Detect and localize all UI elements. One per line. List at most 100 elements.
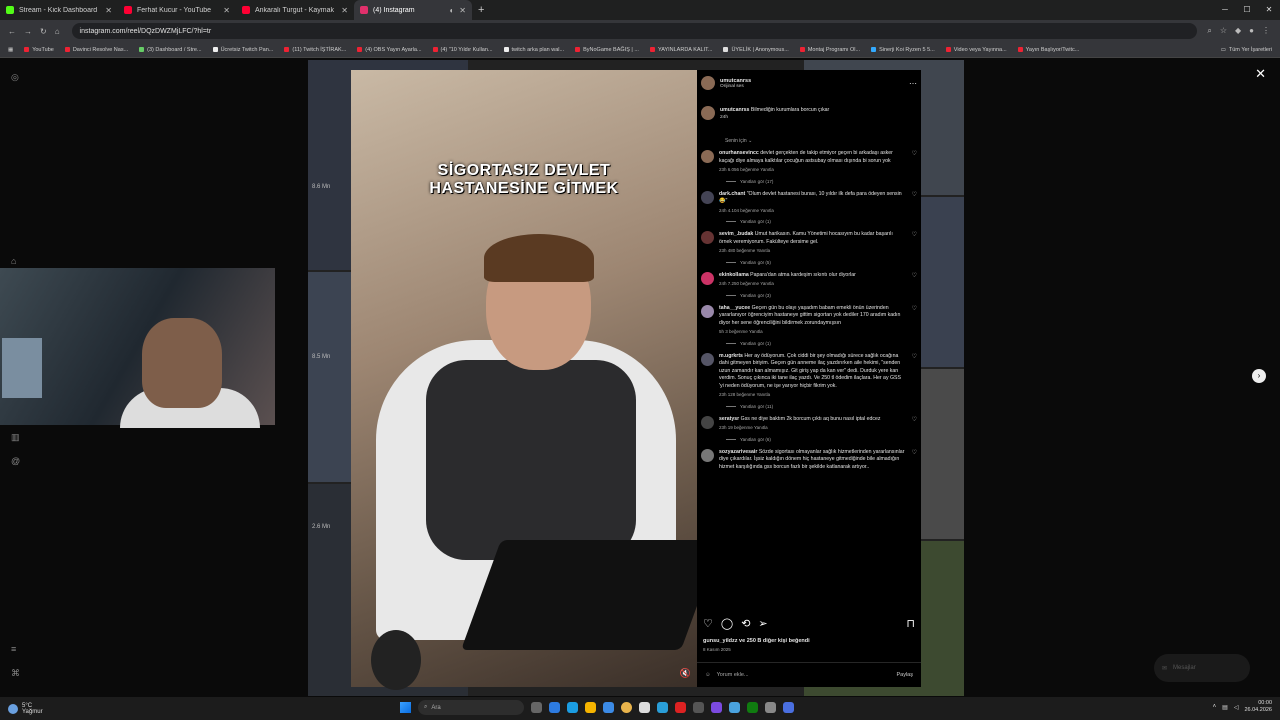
comment-input[interactable]: Yorum ekle... xyxy=(717,672,749,678)
comment-username[interactable]: sozyazarivesair xyxy=(719,449,757,455)
avatar[interactable] xyxy=(701,76,715,90)
app-icon[interactable] xyxy=(729,702,740,713)
heart-icon[interactable]: ♡ xyxy=(912,191,917,215)
avatar[interactable] xyxy=(701,448,714,462)
next-arrow-icon[interactable]: › xyxy=(1252,369,1266,383)
view-replies[interactable]: Yanıtları gör (1) xyxy=(726,219,917,224)
comment-username[interactable]: sevim_.budak xyxy=(719,231,753,237)
more-options-icon[interactable]: ⋯ xyxy=(909,79,917,88)
bookmark-item[interactable]: YouTube xyxy=(24,47,54,53)
heart-icon[interactable]: ♡ xyxy=(912,272,917,288)
avatar[interactable] xyxy=(701,231,714,244)
menu-icon[interactable]: ⋮ xyxy=(1262,26,1270,36)
like-icon[interactable]: ♡ xyxy=(703,617,713,630)
heart-icon[interactable]: ♡ xyxy=(912,449,917,472)
avatar[interactable] xyxy=(701,352,714,366)
settings-gear-icon[interactable] xyxy=(765,702,776,713)
bookmark-item[interactable]: Sinerji Koi Ryzen 5 5... xyxy=(871,47,935,53)
bookmark-item[interactable]: Yayın Başlıyor/Twitc... xyxy=(1017,47,1079,53)
bookmark-item[interactable]: (11) Twitch İŞTİRAK... xyxy=(284,47,346,53)
network-icon[interactable]: ▤ xyxy=(1222,704,1228,711)
volume-icon[interactable]: ◁ xyxy=(1234,704,1239,711)
heart-icon[interactable]: ♡ xyxy=(912,353,917,399)
url-field[interactable]: instagram.com/reel/DQzDWZMjLFC/?hl=tr xyxy=(71,23,1198,39)
widgets-icon[interactable] xyxy=(549,702,560,713)
close-icon[interactable]: ✕ xyxy=(1255,66,1266,82)
profile-icon[interactable]: ● xyxy=(1249,26,1254,36)
comment-username[interactable]: dark.chant xyxy=(719,191,745,197)
file-explorer-icon[interactable] xyxy=(585,702,596,713)
extensions-icon[interactable]: ◆ xyxy=(1235,26,1241,36)
stats-icon[interactable]: ▥ xyxy=(11,432,20,443)
chrome-icon[interactable] xyxy=(621,702,632,713)
bookmark-item[interactable]: (4) "10 Yıldır Kullan... xyxy=(432,47,493,53)
home-icon[interactable]: ⌂ xyxy=(55,27,60,36)
bookmark-item[interactable]: (3) Dashboard / Stre... xyxy=(139,47,202,53)
new-tab-button[interactable]: + xyxy=(478,4,484,16)
comment-username[interactable]: ekinkollama xyxy=(719,272,749,278)
chevron-up-icon[interactable]: ˄ xyxy=(1213,704,1217,710)
bookmark-item[interactable]: ByNoGame BAĞIŞ | ... xyxy=(575,47,639,53)
comment-icon[interactable]: ◯ xyxy=(721,617,733,630)
reel-video[interactable]: SİGORTASIZ DEVLET HASTANESİNE GİTMEK 🔇 xyxy=(351,70,722,690)
comment-username[interactable]: onurhansevincc xyxy=(719,150,759,156)
tab-youtube-turgut[interactable]: Ankaralı Turgut - Kaymak Lazım ✕ xyxy=(236,0,354,20)
opera-icon[interactable] xyxy=(675,702,686,713)
telegram-icon[interactable] xyxy=(657,702,668,713)
author-username[interactable]: umutcanrss xyxy=(720,78,751,84)
bookmark-item[interactable]: YAYINLARDA KALIT... xyxy=(649,47,712,53)
instagram-logo-icon[interactable]: ◎ xyxy=(11,72,19,83)
bookmark-item[interactable]: twitch arka plan wal... xyxy=(503,47,564,53)
view-replies[interactable]: Yanıtları gör (5) xyxy=(726,260,917,265)
bookmark-star-icon[interactable]: ☆ xyxy=(1220,26,1227,36)
avatar[interactable] xyxy=(701,106,715,120)
heart-icon[interactable]: ♡ xyxy=(912,416,917,432)
comment-username[interactable]: seratysr xyxy=(719,416,739,422)
back-icon[interactable]: ← xyxy=(8,27,16,36)
close-window-icon[interactable]: ✕ xyxy=(1258,0,1280,20)
reload-icon[interactable]: ↻ xyxy=(40,27,47,36)
audio-label[interactable]: Orijinal ses xyxy=(720,84,751,89)
tab-kick[interactable]: Stream - Kick Dashboard ✕ xyxy=(0,0,118,20)
obs-icon[interactable] xyxy=(639,702,650,713)
maximize-icon[interactable]: ☐ xyxy=(1236,0,1258,20)
meta-icon[interactable]: ⌘ xyxy=(11,668,20,679)
heart-icon[interactable]: ♡ xyxy=(912,305,917,336)
close-tab-icon[interactable]: ✕ xyxy=(105,6,112,15)
post-button[interactable]: Paylaş xyxy=(896,672,913,678)
save-icon[interactable]: ⊓ xyxy=(906,617,915,630)
avatar[interactable] xyxy=(701,304,714,318)
minimize-icon[interactable]: ─ xyxy=(1214,0,1236,20)
more-menu-icon[interactable]: ≡ xyxy=(11,644,16,654)
view-replies[interactable]: Yanıtları gör (17) xyxy=(726,179,917,184)
heart-icon[interactable]: ♡ xyxy=(912,150,917,174)
xbox-icon[interactable] xyxy=(747,702,758,713)
comment-sort-dropdown[interactable]: Senin için ⌄ xyxy=(725,138,752,144)
comment-username[interactable]: taha__yucee xyxy=(719,305,750,311)
edge-icon[interactable] xyxy=(567,702,578,713)
steam-icon[interactable] xyxy=(693,702,704,713)
tab-instagram[interactable]: (4) Instagram ◐ ✕ xyxy=(354,0,472,20)
windows-start-icon[interactable] xyxy=(400,702,411,713)
weather-widget[interactable]: 5°C Yağmur xyxy=(8,703,43,715)
zoom-icon[interactable]: ⌕ xyxy=(1207,26,1211,36)
tab-youtube-ferhat[interactable]: Ferhat Kucur - YouTube ✕ xyxy=(118,0,236,20)
close-tab-icon[interactable]: ✕ xyxy=(341,6,348,15)
bookmark-item[interactable]: Davinci Resolve Nas... xyxy=(64,47,128,53)
avatar[interactable] xyxy=(701,271,714,285)
close-tab-icon[interactable]: ✕ xyxy=(459,6,466,15)
app-icon[interactable] xyxy=(783,702,794,713)
caption-username[interactable]: umutcanrss xyxy=(720,107,749,113)
repost-icon[interactable]: ⟲ xyxy=(741,617,750,630)
share-icon[interactable]: ➢ xyxy=(758,617,767,630)
likes-summary[interactable]: gunsu_yildzz ve 250 B diğer kişi beğendi xyxy=(703,638,810,644)
avatar[interactable] xyxy=(701,150,714,163)
clock[interactable]: 00:00 26.04.2026 xyxy=(1244,700,1272,714)
bookmark-item[interactable]: ÜYELİK | Anonymous... xyxy=(723,47,789,53)
heart-icon[interactable]: ♡ xyxy=(912,231,917,255)
home-nav-icon[interactable]: ⌂ xyxy=(11,256,16,266)
avatar[interactable] xyxy=(701,415,714,429)
apps-icon[interactable]: ▦ xyxy=(8,47,13,53)
twitch-icon[interactable] xyxy=(711,702,722,713)
bookmark-item[interactable]: Video veya Yayınna... xyxy=(945,47,1007,53)
